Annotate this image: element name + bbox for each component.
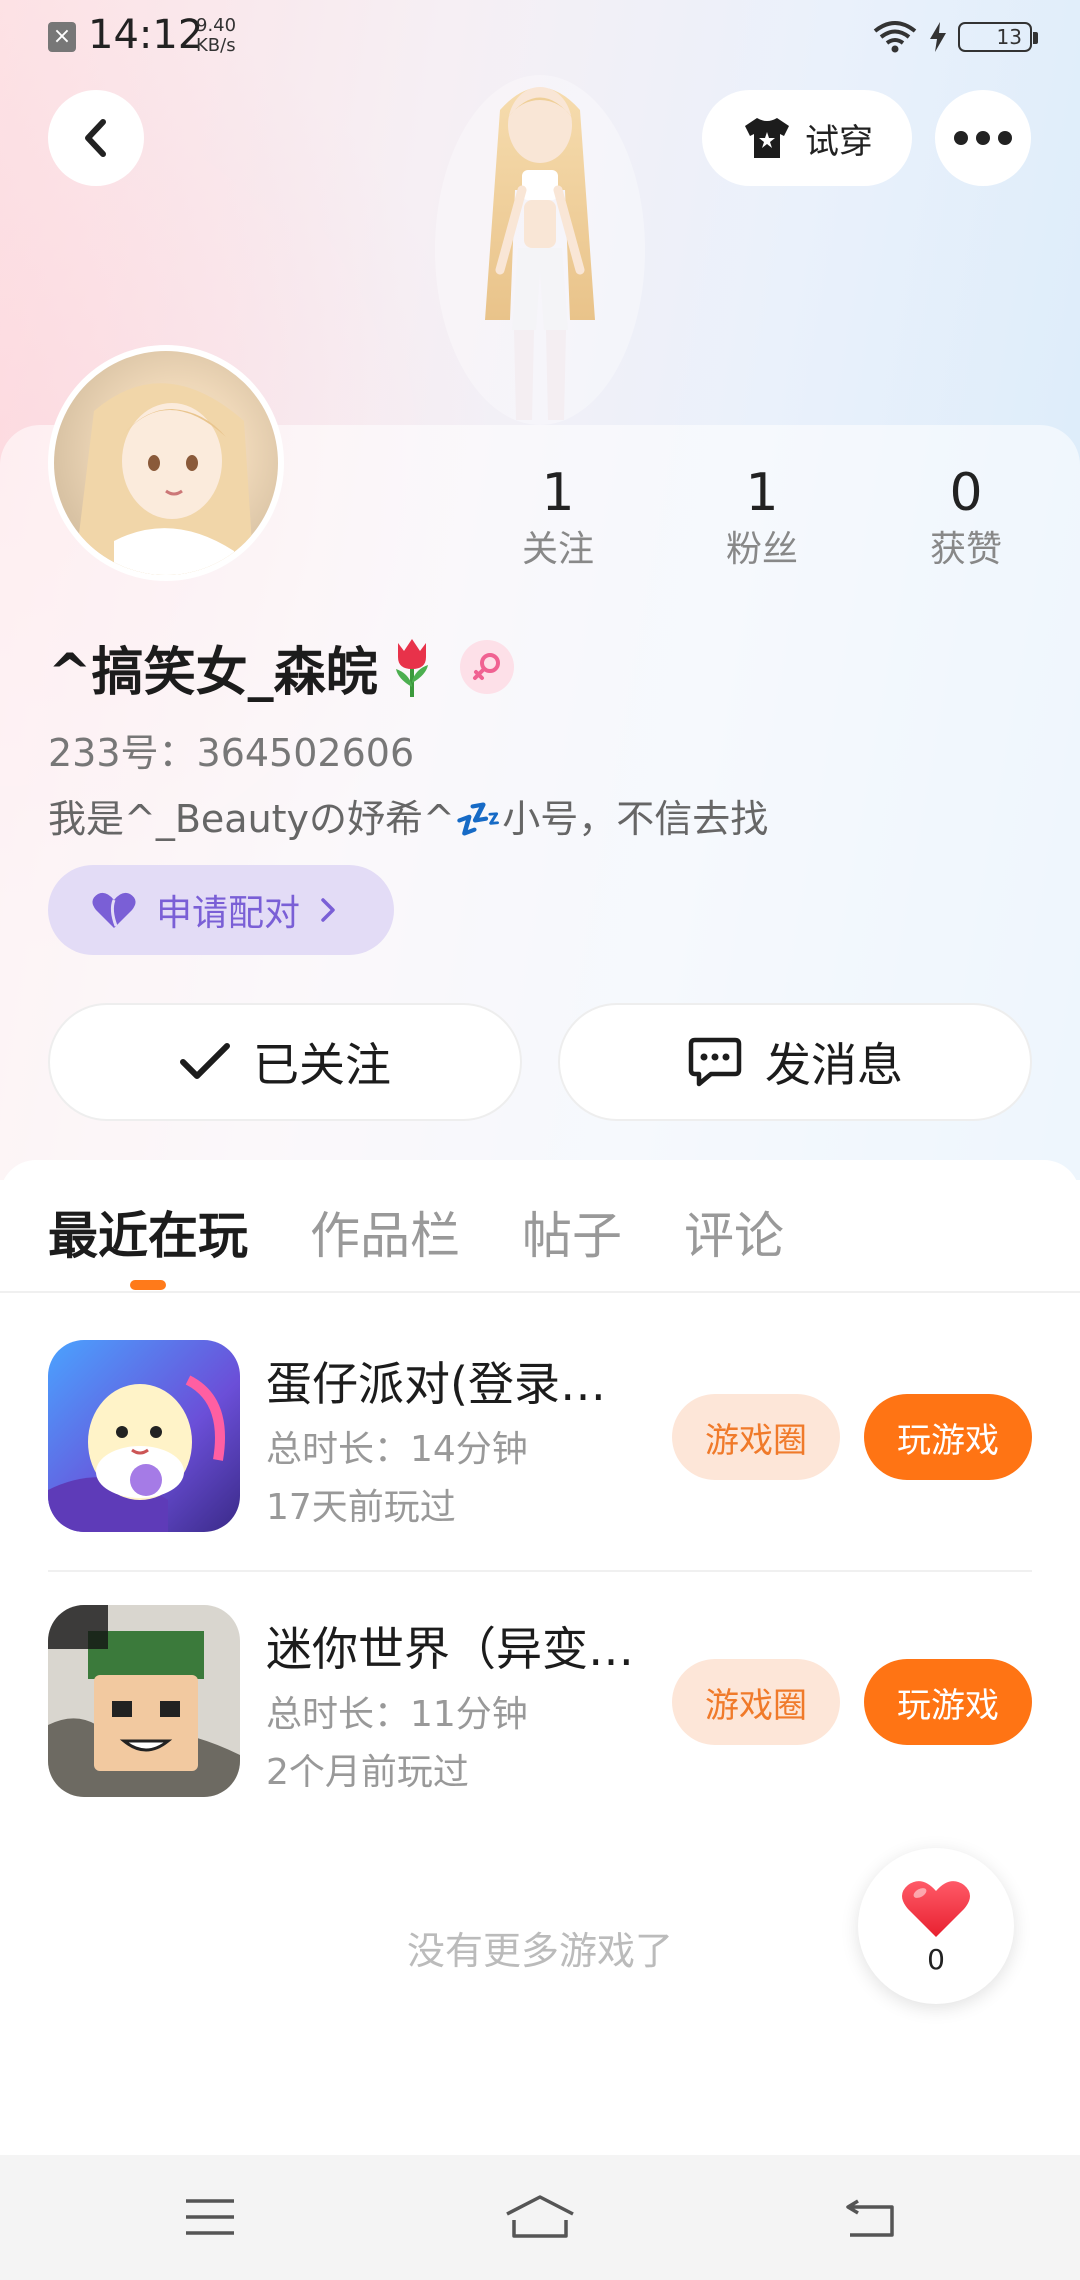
- avatar[interactable]: [48, 345, 284, 581]
- send-message-label: 发消息: [765, 1038, 903, 1092]
- heart-icon: [902, 1880, 970, 1937]
- female-icon: [472, 653, 500, 680]
- active-tab-indicator: [130, 1280, 166, 1290]
- back-arrow-icon: [846, 2199, 894, 2237]
- wifi-icon: [873, 21, 917, 53]
- apply-match-label: 申请配对: [156, 893, 301, 934]
- notification-close-icon: ×: [48, 22, 76, 52]
- username-row: ^搞笑女_森皖: [48, 632, 514, 703]
- tulip-icon: [395, 639, 428, 697]
- divider: [48, 1570, 1032, 1572]
- more-dots-icon: [954, 131, 1012, 145]
- following-label: 关注: [521, 529, 594, 570]
- female-gender-badge: [459, 640, 514, 694]
- try-on-button[interactable]: 试穿: [702, 90, 912, 186]
- apply-match-button[interactable]: 申请配对: [48, 865, 394, 955]
- fans-count: 1: [745, 463, 779, 523]
- tab-works[interactable]: 作品栏: [310, 1196, 460, 1276]
- network-speed-unit: KB/s: [196, 35, 236, 56]
- game-list-item[interactable]: 蛋仔派对(登录… 总时长：14分钟 17天前玩过 游戏圈 玩游戏: [48, 1340, 1032, 1540]
- avatar-portrait: [74, 383, 254, 575]
- nav-home-button[interactable]: [500, 2185, 580, 2249]
- game-last-played: 2个月前玩过: [266, 1752, 469, 1793]
- nav-menu-button[interactable]: [170, 2185, 250, 2249]
- divider: [0, 1291, 1080, 1293]
- tshirt-icon: [745, 118, 789, 158]
- chevron-right-icon: [321, 898, 335, 922]
- game-icon-mini-world[interactable]: [48, 1605, 240, 1797]
- game-title: 蛋仔派对(登录…: [266, 1357, 606, 1411]
- tab-posts[interactable]: 帖子: [522, 1196, 622, 1276]
- menu-icon: [186, 2199, 234, 2235]
- game-duration: 总时长：11分钟: [266, 1694, 528, 1735]
- heart-pair-icon: [92, 892, 136, 928]
- try-on-label: 试穿: [805, 121, 873, 162]
- avatar-image: [54, 351, 278, 575]
- content-panel: 最近在玩 作品栏 帖子 评论 蛋仔派对(登录… 总时长：14分钟 17天前玩过 …: [0, 1160, 1080, 2155]
- play-game-button[interactable]: 玩游戏: [864, 1394, 1032, 1480]
- game-last-played: 17天前玩过: [266, 1487, 456, 1528]
- following-count: 1: [541, 463, 575, 523]
- battery-indicator: 13: [958, 22, 1038, 52]
- fans-label: 粉丝: [725, 529, 798, 570]
- system-navigation-bar: [0, 2155, 1080, 2280]
- more-options-button[interactable]: [935, 90, 1031, 186]
- back-button[interactable]: [48, 90, 144, 186]
- following-button[interactable]: 已关注: [48, 1003, 522, 1121]
- game-duration: 总时长：14分钟: [266, 1429, 528, 1470]
- avatar-3d-figure: [435, 75, 645, 425]
- check-icon: [180, 1043, 230, 1079]
- status-icons: 13: [872, 20, 1038, 54]
- following-button-label: 已关注: [253, 1038, 391, 1092]
- game-circle-button[interactable]: 游戏圈: [672, 1394, 840, 1480]
- play-game-button[interactable]: 玩游戏: [864, 1659, 1032, 1745]
- profile-bio: 我是^_Beautyの妤希^💤小号，不信去找: [48, 797, 769, 841]
- tab-comments[interactable]: 评论: [684, 1196, 784, 1276]
- home-icon: [506, 2195, 574, 2238]
- account-id: 233号：364502606: [48, 731, 415, 775]
- like-button[interactable]: 0: [858, 1848, 1014, 2004]
- charging-icon: [930, 22, 946, 52]
- status-time: 14:12: [88, 12, 204, 58]
- game-icon-eggy-party[interactable]: [48, 1340, 240, 1532]
- game-circle-button[interactable]: 游戏圈: [672, 1659, 840, 1745]
- username: ^搞笑女_森皖: [48, 642, 378, 703]
- send-message-button[interactable]: 发消息: [558, 1003, 1032, 1121]
- network-speed-value: 9.40: [196, 15, 237, 36]
- like-count: 0: [927, 1942, 945, 1976]
- chevron-left-icon: [85, 119, 106, 157]
- nav-back-button[interactable]: [830, 2185, 910, 2249]
- game-title: 迷你世界（异变…: [266, 1622, 634, 1676]
- likes-count: 0: [949, 463, 983, 523]
- likes-label: 获赞: [929, 529, 1002, 570]
- tab-recently-played[interactable]: 最近在玩: [48, 1196, 248, 1276]
- network-speed: 9.40 KB/s: [196, 16, 236, 56]
- stat-likes[interactable]: 0 获赞: [886, 462, 1046, 574]
- stat-fans[interactable]: 1 粉丝: [682, 462, 842, 574]
- chat-bubble-icon: [688, 1037, 742, 1087]
- game-list-item[interactable]: 迷你世界（异变… 总时长：11分钟 2个月前玩过 游戏圈 玩游戏: [48, 1605, 1032, 1805]
- stat-following[interactable]: 1 关注: [478, 462, 638, 574]
- status-bar: × 14:12 9.40 KB/s 13: [0, 0, 1080, 72]
- profile-tabs: 最近在玩 作品栏 帖子 评论: [48, 1196, 784, 1276]
